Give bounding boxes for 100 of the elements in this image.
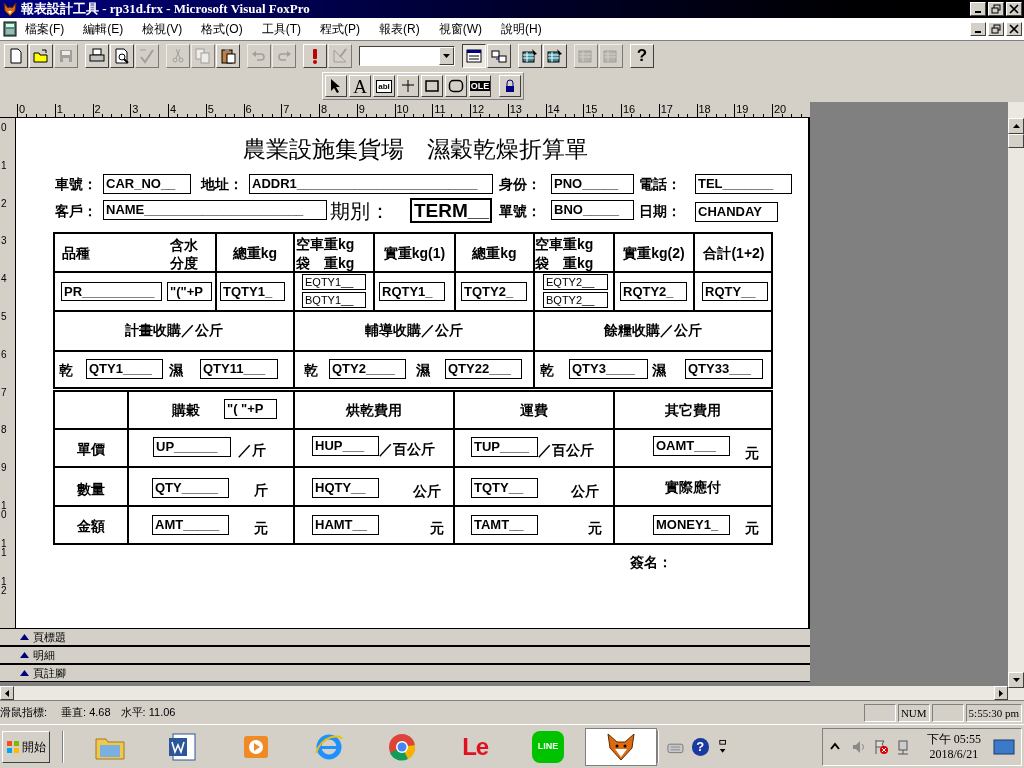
menu-item[interactable]: 檢視(V)	[142, 20, 183, 38]
report-field[interactable]: QTY3____	[569, 359, 648, 379]
report-field[interactable]: HUP___	[312, 436, 379, 456]
menu-item[interactable]: 檔案(F)	[25, 20, 65, 38]
report-label: 實際應付	[664, 478, 722, 497]
report-field[interactable]: TEL_______	[695, 174, 792, 194]
horizontal-scrollbar[interactable]	[0, 686, 1008, 700]
band-bar[interactable]: 明細	[0, 646, 810, 664]
triangle-up-icon[interactable]	[20, 652, 29, 658]
menu-item[interactable]: 工具(T)	[261, 20, 301, 38]
clipboard-icon[interactable]	[220, 47, 236, 64]
report-field[interactable]: TERM__	[410, 198, 492, 223]
band-bar[interactable]: 頁註腳	[0, 664, 810, 682]
label-tool-button[interactable]: A	[349, 75, 371, 97]
report-field[interactable]: TQTY__	[471, 478, 538, 498]
desktop-icon[interactable]	[993, 738, 1015, 755]
report-field[interactable]: CAR_NO__	[103, 174, 191, 194]
report-field[interactable]: RQTY1_	[379, 282, 445, 301]
restore-icon[interactable]	[988, 22, 1004, 36]
menu-item[interactable]: 格式(O)	[201, 20, 243, 38]
report-field[interactable]: BNO_____	[551, 200, 634, 220]
report-field[interactable]: TQTY2_	[461, 282, 527, 301]
print-preview-icon[interactable]	[114, 47, 130, 64]
report-field[interactable]: BQTY1__	[302, 292, 366, 308]
report-field[interactable]: TUP____	[471, 437, 538, 457]
picture-tool-label[interactable]: OLE	[469, 81, 491, 91]
start-button[interactable]: 開始	[2, 730, 50, 763]
rectangle-icon[interactable]	[424, 78, 440, 94]
report-field[interactable]: CHANDAY	[695, 202, 778, 222]
form-window-icon[interactable]	[466, 47, 482, 64]
help-button[interactable]: ?	[691, 737, 709, 756]
restore-icon[interactable]	[988, 2, 1004, 16]
report-field[interactable]: HAMT__	[312, 515, 379, 535]
report-field[interactable]: QTY33___	[685, 359, 763, 379]
report-field[interactable]: TQTY1_	[220, 282, 285, 301]
report-field[interactable]: NAME______________________	[103, 200, 327, 220]
rounded-rectangle-icon[interactable]	[448, 78, 464, 94]
report-label: 期別：	[330, 199, 391, 224]
scroll-left-icon[interactable]	[5, 689, 9, 697]
folder-icon[interactable]	[33, 47, 49, 64]
scroll-right-icon[interactable]	[999, 689, 1003, 697]
document-icon[interactable]	[167, 730, 199, 763]
field-tool-button[interactable]: abl	[376, 79, 392, 93]
report-field[interactable]: BQTY2__	[543, 292, 608, 308]
band-bar[interactable]: 頁標題	[0, 628, 810, 646]
ruler-number: 15	[585, 103, 598, 115]
taskbar-app[interactable]	[585, 727, 657, 766]
report-field[interactable]: EQTY1__	[302, 274, 366, 290]
line-tool-icon[interactable]	[400, 78, 416, 94]
help-button[interactable]: ?	[630, 43, 654, 68]
report-label: 運費	[519, 401, 549, 420]
data-tables-icon[interactable]	[491, 47, 507, 64]
report-field[interactable]: PR__________	[61, 282, 162, 301]
report-field[interactable]: "("+P	[167, 282, 212, 301]
report-field[interactable]: QTY2____	[329, 359, 406, 379]
triangle-up-icon[interactable]	[20, 670, 29, 676]
printer-icon[interactable]	[89, 47, 105, 64]
report-field[interactable]: QTY1____	[86, 359, 163, 379]
dropdown-field[interactable]	[359, 45, 455, 66]
report-field[interactable]: EQTY2__	[543, 274, 608, 290]
report-field[interactable]: QTY_____	[152, 478, 229, 498]
report-field[interactable]: HQTY__	[312, 478, 379, 498]
report-label: 公斤	[413, 482, 442, 501]
scroll-down-icon[interactable]	[1012, 678, 1020, 682]
report-field[interactable]: OAMT___	[653, 436, 730, 456]
report-label: ／斤	[238, 441, 267, 460]
dropdown-arrow-icon[interactable]	[443, 53, 450, 58]
scroll-up-icon[interactable]	[1012, 124, 1020, 128]
report-field[interactable]: QTY22___	[445, 359, 522, 379]
calculator-icon[interactable]	[3, 21, 17, 37]
menu-item[interactable]: 報表(R)	[379, 20, 420, 38]
minimize-icon[interactable]	[970, 22, 986, 36]
close-icon[interactable]	[1006, 22, 1022, 36]
report-field[interactable]: "( "+P	[224, 399, 277, 419]
scroll-thumb[interactable]	[1008, 134, 1024, 148]
report-field[interactable]: QTY11___	[200, 359, 278, 379]
minimize-icon[interactable]	[970, 2, 986, 16]
menu-item[interactable]: 程式(P)	[320, 20, 360, 38]
report-field[interactable]: TAMT__	[471, 515, 538, 535]
report-field[interactable]: ADDR1_________________________	[249, 174, 493, 194]
menu-item[interactable]: 說明(H)	[501, 20, 542, 38]
menu-item[interactable]: 編輯(E)	[83, 20, 124, 38]
report-label: ／百公斤	[379, 440, 436, 459]
report-field[interactable]: PNO_____	[551, 174, 634, 194]
clock-date[interactable]: 2018/6/21	[929, 746, 979, 762]
flag-icon[interactable]	[872, 738, 889, 755]
report-grid-icon[interactable]	[547, 47, 563, 64]
triangle-up-icon[interactable]	[20, 634, 29, 640]
report-grid-icon[interactable]	[522, 47, 538, 64]
close-icon[interactable]	[1006, 2, 1022, 16]
new-document-icon[interactable]	[8, 47, 24, 64]
fox-icon[interactable]	[605, 730, 637, 763]
report-field[interactable]: RQTY__	[702, 282, 768, 301]
report-field[interactable]: MONEY1_	[653, 515, 730, 535]
vertical-scrollbar[interactable]	[1008, 102, 1024, 700]
report-field[interactable]: UP______	[153, 437, 231, 457]
report-field[interactable]: RQTY2_	[620, 282, 687, 301]
report-field[interactable]: AMT_____	[152, 515, 229, 535]
clock-time[interactable]: 下午 05:55	[926, 731, 981, 747]
menu-item[interactable]: 視窗(W)	[438, 20, 482, 38]
